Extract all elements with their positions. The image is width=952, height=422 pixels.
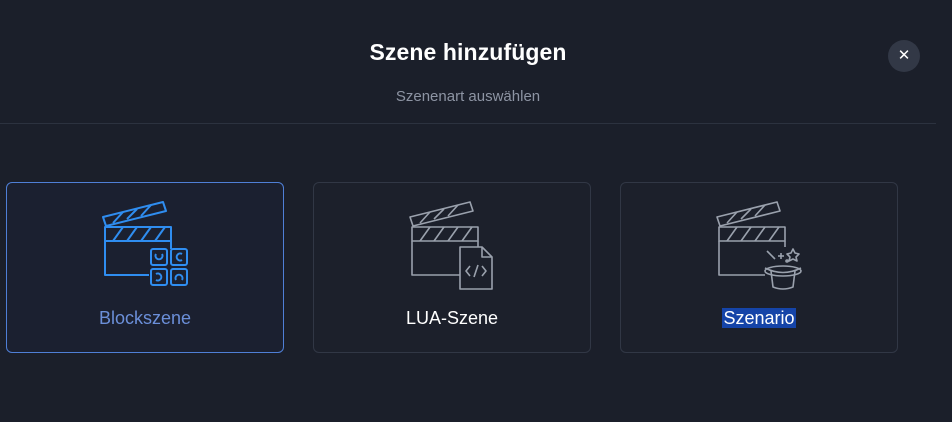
add-scene-dialog: Szene hinzufügen Szenenart auswählen ✕ B…: [0, 0, 952, 422]
close-button[interactable]: ✕: [888, 40, 920, 72]
scene-type-card-lua[interactable]: LUA-Szene: [313, 182, 591, 353]
close-icon: ✕: [897, 47, 911, 64]
clapperboard-code-icon: [409, 201, 493, 290]
scene-type-card-szenario[interactable]: Szenario: [620, 182, 898, 353]
dialog-subtitle: Szenenart auswählen: [395, 88, 541, 105]
clapperboard-blocks-icon: [102, 201, 188, 286]
card-label: Szenario: [621, 308, 897, 329]
scrollbar[interactable]: [938, 0, 952, 422]
dialog-header: Szene hinzufügen Szenenart auswählen ✕: [0, 0, 936, 124]
card-label: LUA-Szene: [405, 308, 499, 328]
card-label: Blockszene: [98, 308, 192, 328]
dialog-title: Szene hinzufügen: [369, 39, 567, 65]
scene-type-card-blockszene[interactable]: Blockszene: [6, 182, 284, 353]
card-label-selected-text: Szenario: [722, 308, 796, 328]
clapperboard-magic-hat-icon: [716, 201, 802, 290]
